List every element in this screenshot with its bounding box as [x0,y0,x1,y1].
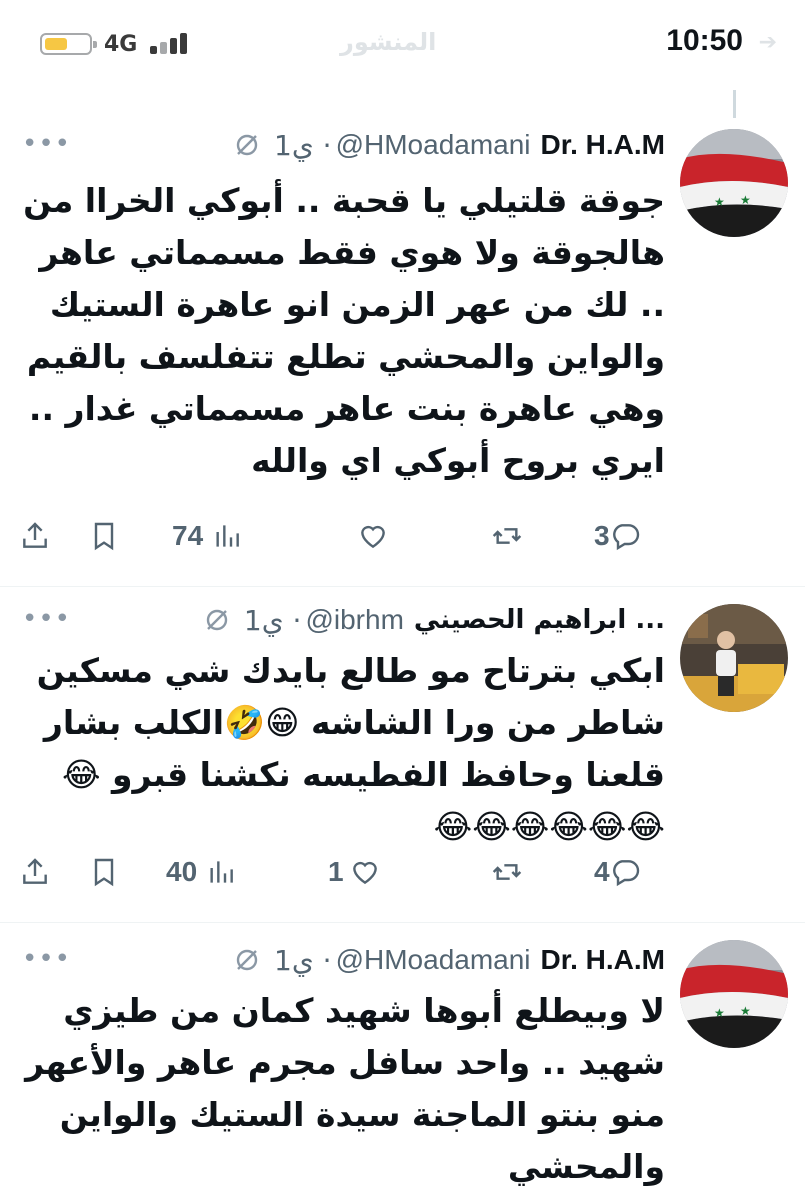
svg-text:★: ★ [714,1006,725,1020]
tweet-text: ابكي بترتاح مو طالع بايدك شي مسكين شاطر … [36,651,665,846]
share-button[interactable] [18,856,52,888]
retweet-icon [492,864,522,880]
status-bar: 4G المنشور 10:50 ➔ [0,0,805,95]
avatar[interactable] [680,604,788,712]
reply-button[interactable]: 3 [594,520,642,552]
reply-icon [612,524,639,551]
bookmark-button[interactable] [88,856,120,888]
tweet-header: 1ي · @HMoadamani Dr. H.A.M [234,125,665,165]
tweet-author-name[interactable]: Dr. H.A.M [541,944,665,976]
divider [0,586,805,587]
tweet-time[interactable]: 1ي · [274,944,332,977]
views-count: 74 [172,520,204,551]
reply-button[interactable]: 4 [594,856,642,888]
grok-icon[interactable] [234,132,260,158]
like-icon [361,525,385,549]
tweet[interactable]: ★ ★ ••• 1ي · @HMoadamani Dr. H.A.M لا وب… [0,940,805,1200]
like-icon [352,861,377,885]
more-icon[interactable]: ••• [22,944,71,974]
retweet-button[interactable] [490,520,524,552]
share-icon [23,858,47,884]
svg-text:★: ★ [740,193,751,207]
tweet-header: 1ي · @HMoadamani Dr. H.A.M [234,940,665,980]
reply-icon [612,860,639,887]
tweet-time[interactable]: 1ي · [244,604,302,637]
bookmark-icon [94,858,114,887]
clock: 10:50 [666,24,743,57]
retweet-button[interactable] [490,856,524,888]
tweet[interactable]: ••• 1ي · @ibrhm ابراهيم الحصيني ... ابكي… [0,600,805,920]
like-button[interactable]: 1 [328,856,382,888]
views-count: 40 [166,856,198,887]
tweet[interactable]: ★ ★ ••• 1ي · @HMoadamani Dr. H.A.M جوقة … [0,125,805,575]
grok-icon[interactable] [234,947,260,973]
like-button[interactable] [356,520,390,552]
tweet-actions: 4 1 40 [0,856,805,896]
reply-count: 3 [594,520,610,551]
tweet-text: جوقة قلتيلي يا قحبة .. أبوكي الخراا من ه… [23,181,665,480]
reply-count: 4 [594,856,610,887]
retweet-icon [492,528,522,544]
views-button[interactable]: 40 [166,856,239,888]
views-button[interactable]: 74 [172,520,245,552]
signal-icon [150,32,192,54]
svg-text:★: ★ [740,1004,751,1018]
share-button[interactable] [18,520,52,552]
back-arrow-icon[interactable]: ➔ [759,30,777,55]
tweet-author-name[interactable]: ابراهيم الحصيني ... [414,605,665,635]
svg-text:★: ★ [714,195,725,209]
tweet-handle[interactable]: @HMoadamani [336,944,531,976]
views-icon [210,861,234,883]
avatar[interactable]: ★ ★ [680,940,788,1048]
thread-line [733,90,736,118]
tweet-actions: 3 74 [0,520,805,560]
more-icon[interactable]: ••• [22,129,71,159]
views-icon [216,525,240,547]
tweet-author-name[interactable]: Dr. H.A.M [541,129,665,161]
like-count: 1 [328,856,344,887]
avatar[interactable]: ★ ★ [680,129,788,237]
bookmark-button[interactable] [88,520,120,552]
tweet-time[interactable]: 1ي · [274,129,332,162]
divider [0,922,805,923]
share-icon [23,522,47,548]
tweet-handle[interactable]: @ibrhm [305,604,403,636]
network-type: 4G [104,32,138,57]
tweet-text: لا وبيطلع أبوها شهيد كمان من طيزي شهيد .… [25,991,665,1186]
page-title: المنشور [340,28,437,56]
tweet-handle[interactable]: @HMoadamani [336,129,531,161]
tweet-header: 1ي · @ibrhm ابراهيم الحصيني ... [204,600,665,640]
grok-icon[interactable] [204,607,230,633]
bookmark-icon [94,522,114,551]
battery-icon [40,33,97,55]
more-icon[interactable]: ••• [22,604,71,634]
